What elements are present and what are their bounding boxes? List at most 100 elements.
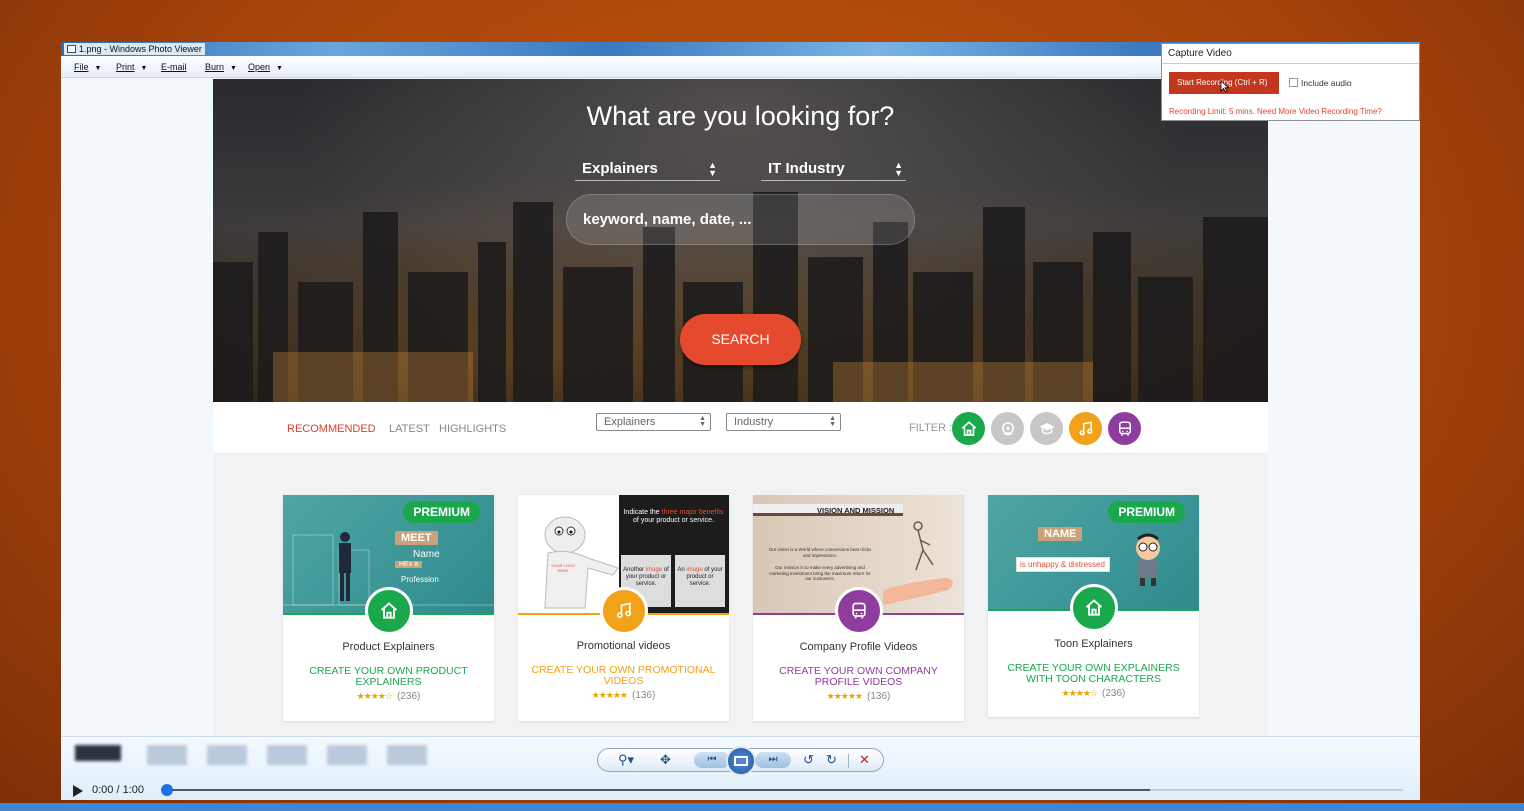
card-category-badge (364, 587, 413, 635)
chevron-down-icon: ▼ (94, 65, 102, 72)
toolbar-divider (848, 754, 849, 768)
menu-print-label: Print (116, 62, 135, 72)
select-arrows-icon: ▲ ▼ (708, 160, 717, 178)
photo-viewer-window: 1.png - Windows Photo Viewer File ▼ Print… (61, 42, 1420, 800)
seek-handle[interactable] (161, 784, 173, 796)
premium-badge: PREMIUM (1108, 501, 1185, 523)
search-button[interactable]: SEARCH (680, 314, 801, 365)
actual-size-icon[interactable]: ✥ (660, 752, 671, 768)
another-highlight: image (645, 567, 663, 573)
filter-label: FILTER : (909, 422, 953, 434)
benefits-text: Indicate the three major benefits of you… (621, 509, 726, 525)
menu-burn[interactable]: Burn ▼ (205, 62, 237, 72)
bus-icon (1118, 421, 1131, 436)
card-title: Toon Explainers (1054, 638, 1133, 650)
capture-video-panel: Capture Video Start Recording (Ctrl + R)… (1161, 43, 1420, 121)
card-cta-link[interactable]: CREATE YOUR OWN COMPANY PROFILE VIDEOS (765, 666, 952, 688)
viewer-controls: ⚲▾ ✥ ⏮ ⏭ ↺ ↻ ✕ (597, 746, 884, 776)
hero-search-input[interactable]: keyword, name, date, ... (566, 194, 915, 245)
star-rating-icon: ★★★★☆ (1061, 688, 1098, 698)
star-rating-icon: ★★★★☆ (356, 691, 393, 701)
tab-recommended[interactable]: RECOMMENDED (287, 423, 376, 435)
thumbnail-preview (75, 745, 121, 761)
filter-home-button[interactable] (952, 412, 985, 445)
menu-open[interactable]: Open ▼ (248, 62, 283, 72)
chevron-down-icon: ▼ (230, 65, 237, 72)
rotate-left-icon[interactable]: ↺ (803, 752, 814, 768)
card-category-badge (834, 587, 883, 635)
music-note-icon (1079, 420, 1092, 435)
zoom-icon[interactable]: ⚲▾ (618, 752, 634, 768)
file-info-blurred (147, 745, 447, 765)
select-arrows-icon: ▲ ▼ (894, 160, 903, 178)
an-highlight: image (686, 567, 703, 573)
tab-latest[interactable]: LATEST (389, 423, 430, 435)
card-title: Promotional videos (576, 640, 671, 652)
menu-open-label: Open (248, 62, 271, 72)
menu-file[interactable]: File ▼ (74, 62, 101, 72)
include-audio-checkbox[interactable] (1289, 78, 1298, 87)
card-rating: ★★★★★ (136) (753, 691, 964, 702)
video-player-controls: 0:00 / 1:00 (61, 778, 1420, 803)
hand-figure-sketch (883, 521, 953, 605)
window-title: 1.png - Windows Photo Viewer (79, 44, 202, 54)
review-count: (236) (396, 691, 421, 702)
card-company-profile-videos[interactable]: VISION AND MISSION Our vision is a World… (753, 495, 964, 721)
window-title-wrap: 1.png - Windows Photo Viewer (64, 43, 205, 55)
filter-bus-button[interactable] (1108, 412, 1141, 445)
slideshow-button[interactable] (726, 746, 756, 776)
rotate-right-icon[interactable]: ↻ (826, 752, 837, 768)
review-count: (236) (1101, 688, 1126, 699)
tab-highlights[interactable]: HIGHLIGHTS (439, 423, 506, 435)
seek-bar[interactable] (167, 789, 1403, 791)
filter-category-select[interactable]: Explainers ▲ ▼ (596, 413, 711, 431)
image-box-2: An image of your product or service. (675, 555, 725, 607)
card-title: Company Profile Videos (799, 641, 918, 653)
previous-icon[interactable]: ⏮ (694, 752, 730, 768)
include-audio-label: Include audio (1301, 78, 1352, 88)
card-toon-explainers[interactable]: PREMIUM NAME is unhappy & distressed Too… (988, 495, 1199, 717)
menu-file-label: File (74, 62, 89, 72)
card-cta-link[interactable]: CREATE YOUR OWN PRODUCT EXPLAINERS (295, 666, 482, 688)
filter-bar: RECOMMENDED LATEST HIGHLIGHTS Explainers… (213, 402, 1268, 454)
hero-title: What are you looking for? (586, 101, 895, 131)
card-product-explainers[interactable]: PREMIUM MEET Name HEx a Profession Produ… (283, 495, 494, 721)
filter-education-button[interactable] (1030, 412, 1063, 445)
filter-video-button[interactable] (991, 412, 1024, 445)
taskbar-accent-strip (0, 803, 1524, 811)
mission-text: Our mission is to make every advertising… (769, 565, 871, 581)
capture-header: Capture Video (1162, 44, 1419, 64)
play-icon[interactable] (73, 785, 83, 797)
premium-badge: PREMIUM (403, 501, 480, 523)
home-icon (1085, 599, 1102, 616)
filter-category-value: Explainers (604, 416, 656, 428)
hero-banner: What are you looking for? Explainers ▲ ▼ … (213, 79, 1268, 402)
select-arrows-icon: ▲ ▼ (829, 415, 836, 428)
menu-email[interactable]: E-mail (161, 62, 187, 72)
hero-industry-select[interactable]: IT Industry ▲ ▼ (761, 159, 906, 181)
star-rating-icon: ★★★★★ (591, 690, 628, 700)
recording-limit-link[interactable]: Recording Limit: 5 mins. Need More Video… (1169, 107, 1382, 116)
chevron-down-icon: ▼ (140, 65, 148, 72)
card-cta-link[interactable]: CREATE YOUR OWN PROMOTIONAL VIDEOS (530, 665, 717, 687)
buffered-progress (167, 789, 1150, 791)
menu-print[interactable]: Print ▼ (116, 62, 147, 72)
vision-text: Our vision is a World where conversions … (768, 547, 872, 558)
hero-category-select[interactable]: Explainers ▲ ▼ (575, 159, 720, 181)
star-rating-icon: ★★★★★ (826, 691, 863, 701)
menu-email-label: E-mail (161, 62, 187, 72)
delete-icon[interactable]: ✕ (859, 752, 870, 768)
card-cta-link[interactable]: CREATE YOUR OWN EXPLAINERS WITH TOON CHA… (1000, 663, 1187, 685)
home-icon (961, 420, 976, 436)
filter-music-button[interactable] (1069, 412, 1102, 445)
music-note-icon (616, 602, 631, 619)
card-promotional-videos[interactable]: Indicate the three major benefits of you… (518, 495, 729, 721)
next-icon[interactable]: ⏭ (755, 752, 791, 768)
photo-viewer-app-icon (67, 45, 76, 53)
filter-industry-value: Industry (734, 416, 774, 428)
hero-category-value: Explainers (582, 160, 658, 177)
home-icon (380, 602, 397, 619)
filter-industry-select[interactable]: Industry ▲ ▼ (726, 413, 841, 431)
profession-label: Profession (401, 575, 439, 584)
toon-character (1136, 533, 1160, 586)
